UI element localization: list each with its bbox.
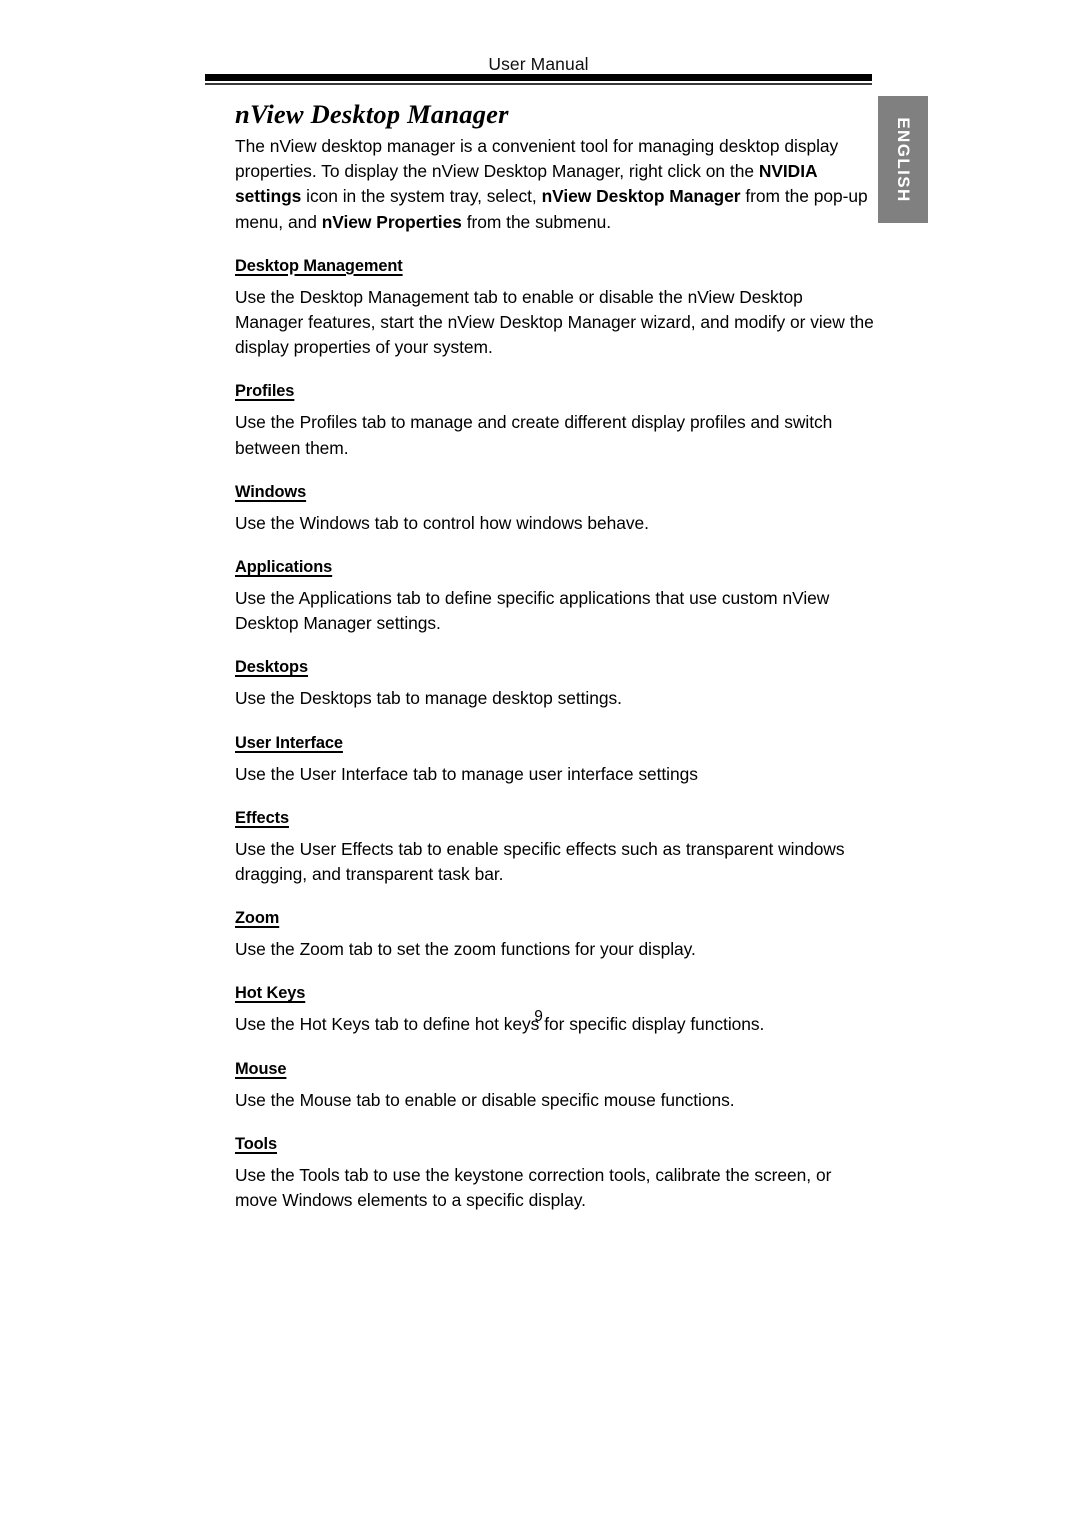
section-heading-effects: Effects bbox=[235, 808, 289, 827]
page-title: nView Desktop Manager bbox=[235, 99, 509, 129]
intro-paragraph: The nView desktop manager is a convenien… bbox=[235, 134, 874, 235]
page-number: 9 bbox=[534, 1008, 543, 1025]
section-body-applications: Use the Applications tab to define speci… bbox=[235, 588, 830, 634]
intro-bold-nview-desktop-manager: nView Desktop Manager bbox=[541, 186, 741, 207]
section-body-user-interface: Use the User Interface tab to manage use… bbox=[235, 763, 698, 784]
section-body-tools: Use the Tools tab to use the keystone co… bbox=[235, 1164, 832, 1211]
section-heading-applications: Applications bbox=[235, 558, 333, 577]
section-heading-tools: Tools bbox=[235, 1134, 277, 1153]
page-content: nView Desktop Manager The nView desktop … bbox=[235, 98, 874, 1213]
section-body-profiles: Use the Profiles tab to manage and creat… bbox=[235, 412, 833, 458]
section-body-zoom: Use the Zoom tab to set the zoom functio… bbox=[235, 939, 696, 960]
header-rule-thick bbox=[205, 74, 872, 81]
section-heading-profiles: Profiles bbox=[235, 382, 295, 401]
section-heading-windows: Windows bbox=[235, 482, 307, 501]
section-heading-user-interface: User Interface bbox=[235, 733, 343, 752]
section-heading-mouse: Mouse bbox=[235, 1059, 287, 1078]
section-heading-hot-keys: Hot Keys bbox=[235, 984, 306, 1003]
section-body-mouse: Use the Mouse tab to enable or disable s… bbox=[235, 1089, 735, 1110]
section-body-windows: Use the Windows tab to control how windo… bbox=[235, 512, 649, 533]
intro-text-part-2: icon in the system tray, select, bbox=[301, 186, 542, 207]
language-side-tab-label: ENGLISH bbox=[894, 116, 913, 203]
section-body-desktops: Use the Desktops tab to manage desktop s… bbox=[235, 688, 622, 709]
intro-bold-nview-properties: nView Properties bbox=[321, 211, 462, 232]
section-heading-desktop-management: Desktop Management bbox=[235, 256, 403, 275]
language-side-tab: ENGLISH bbox=[878, 96, 928, 223]
intro-text-part-1: The nView desktop manager is a convenien… bbox=[235, 136, 839, 182]
running-header-title: User Manual bbox=[488, 54, 589, 74]
intro-text-part-4: from the submenu. bbox=[461, 211, 612, 232]
header-rule-thin bbox=[205, 83, 872, 85]
section-body-desktop-management: Use the Desktop Management tab to enable… bbox=[235, 286, 874, 358]
header-rule bbox=[205, 74, 872, 85]
section-heading-zoom: Zoom bbox=[235, 909, 280, 928]
section-heading-desktops: Desktops bbox=[235, 658, 308, 677]
section-body-effects: Use the User Effects tab to enable speci… bbox=[235, 838, 845, 885]
document-page: User Manual ENGLISH nView Desktop Manage… bbox=[0, 0, 1080, 1528]
